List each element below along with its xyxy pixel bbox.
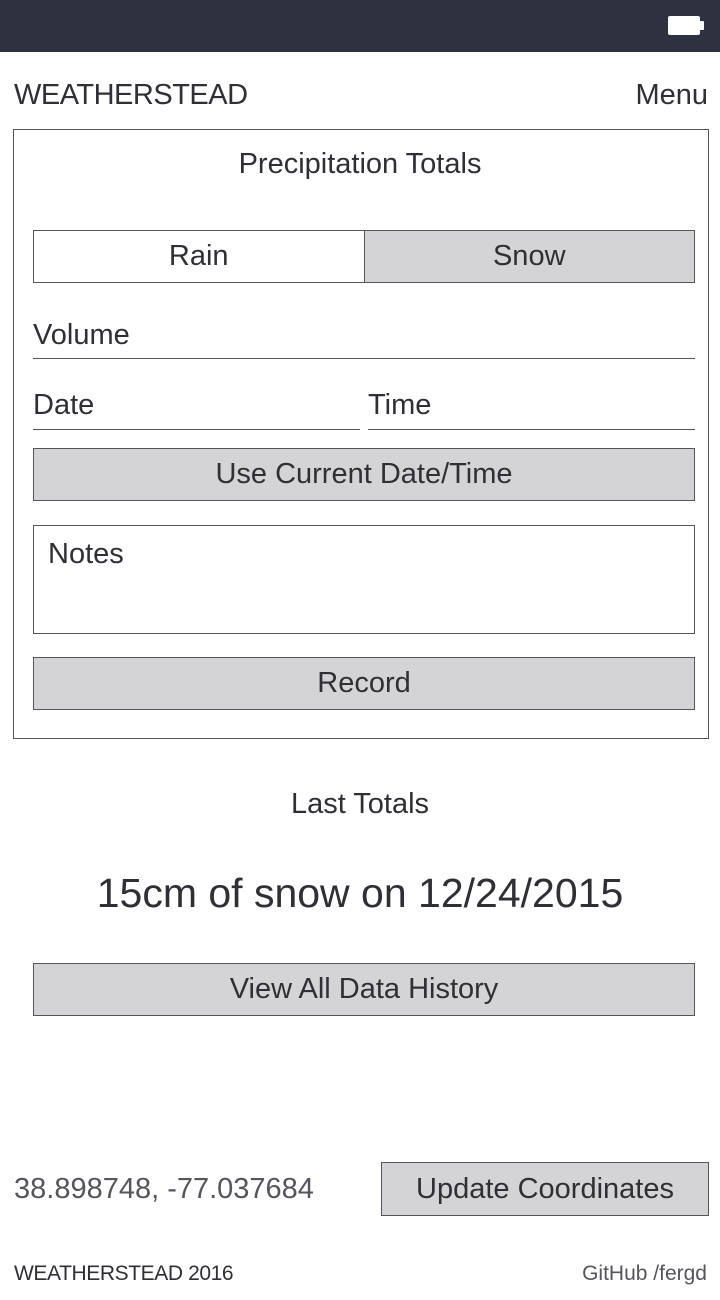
app-title: WEATHERSTEAD [14,79,248,111]
app-screen: WEATHERSTEAD Menu Precipitation Totals R… [0,0,720,1300]
footer-brand: WEATHERSTEAD 2016 [14,1262,234,1285]
rain-option[interactable]: Rain [34,231,365,282]
date-field [33,385,360,430]
time-field [368,385,695,430]
volume-field [33,315,695,359]
coordinates-readout: 38.898748, -77.037684 [14,1173,314,1205]
precip-type-toggle: Rain Snow [33,230,695,283]
notes-field [33,525,695,634]
snow-option[interactable]: Snow [364,231,694,282]
volume-input[interactable] [33,315,695,355]
status-bar [0,0,720,52]
battery-icon [668,16,706,35]
menu-button[interactable]: Menu [635,76,708,114]
date-input[interactable] [33,385,360,425]
view-history-button[interactable]: View All Data History [33,963,695,1016]
time-input[interactable] [368,385,695,425]
notes-input[interactable] [34,526,694,633]
precipitation-card [13,129,709,739]
github-link[interactable]: GitHub /fergd [582,1260,707,1288]
update-coordinates-button[interactable]: Update Coordinates [381,1162,709,1216]
last-totals-heading: Last Totals [290,788,430,820]
last-total-summary: 15cm of snow on 12/24/2015 [96,870,624,916]
record-button[interactable]: Record [33,657,695,710]
card-title: Precipitation Totals [238,148,482,180]
use-current-datetime-button[interactable]: Use Current Date/Time [33,448,695,501]
